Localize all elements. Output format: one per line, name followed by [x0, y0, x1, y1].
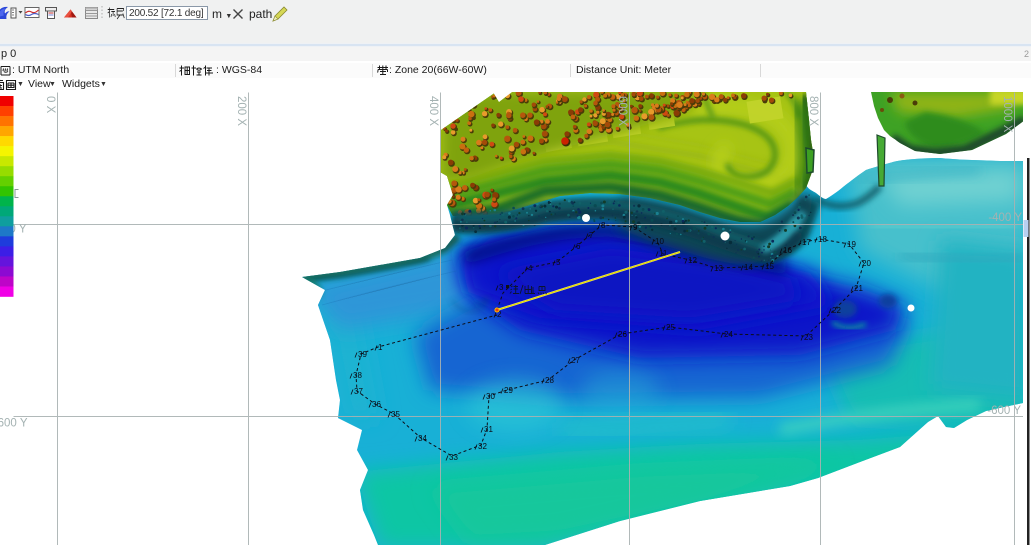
svg-text:3: 3 [499, 283, 504, 292]
svg-text:0 X: 0 X [44, 96, 56, 114]
svg-text:23: 23 [804, 333, 813, 342]
svg-text:400 X: 400 X [427, 96, 439, 126]
svg-text:10: 10 [655, 237, 664, 246]
svg-text:16: 16 [783, 246, 792, 255]
svg-text:26: 26 [618, 330, 627, 339]
svg-text:8: 8 [601, 221, 606, 230]
svg-text:33: 33 [449, 453, 458, 462]
svg-text:25: 25 [666, 323, 675, 332]
svg-text:13: 13 [714, 264, 723, 273]
svg-text:1000 X: 1000 X [1001, 96, 1013, 133]
svg-text:-600 Y: -600 Y [987, 405, 1021, 417]
svg-text:7: 7 [589, 231, 594, 240]
svg-text:-400 Y: -400 Y [988, 212, 1022, 224]
svg-text:30: 30 [486, 392, 495, 401]
svg-text:21: 21 [854, 284, 863, 293]
svg-text:35: 35 [391, 410, 400, 419]
svg-text:200 X: 200 X [235, 96, 247, 126]
svg-text:1: 1 [378, 343, 383, 352]
svg-text:19: 19 [847, 240, 856, 249]
svg-text:4: 4 [528, 264, 533, 273]
svg-text:800 X: 800 X [807, 96, 819, 126]
svg-text:29: 29 [504, 386, 513, 395]
svg-text:20: 20 [862, 259, 871, 268]
svg-text:18: 18 [818, 235, 827, 244]
svg-text:31: 31 [484, 425, 493, 434]
svg-text:37: 37 [354, 387, 363, 396]
svg-text:28: 28 [545, 376, 554, 385]
svg-text:39: 39 [358, 350, 367, 359]
svg-text:6: 6 [576, 242, 581, 251]
svg-text:32: 32 [478, 442, 487, 451]
svg-text:34: 34 [418, 434, 427, 443]
svg-text:36: 36 [372, 400, 381, 409]
svg-text:27: 27 [571, 356, 580, 365]
svg-text:600 X: 600 X [616, 96, 628, 126]
svg-text:5: 5 [556, 258, 561, 267]
svg-text:24: 24 [724, 330, 733, 339]
svg-text:38: 38 [353, 371, 362, 380]
svg-text:9: 9 [633, 223, 638, 232]
svg-text:15: 15 [765, 262, 774, 271]
svg-text:14: 14 [744, 263, 753, 272]
svg-text:22: 22 [832, 306, 841, 315]
svg-text:12: 12 [688, 256, 697, 265]
svg-text:-600 Y: -600 Y [0, 418, 28, 430]
svg-text:17: 17 [802, 238, 811, 247]
